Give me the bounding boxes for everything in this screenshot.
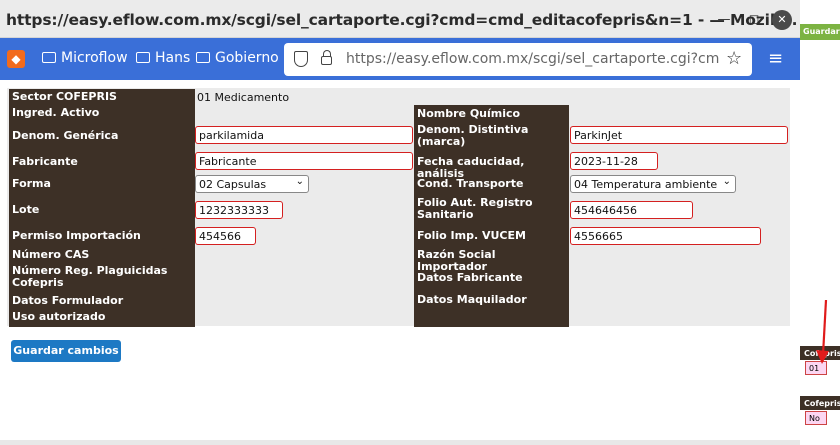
bookmark-star-icon[interactable]: ☆: [726, 48, 742, 69]
permiso-importacion-input[interactable]: 454566: [195, 227, 256, 245]
arrow-to-field: [821, 299, 828, 356]
label-ingred-activo: Ingred. Activo: [12, 106, 100, 119]
label-folio-vucem: Folio Imp. VUCEM: [417, 229, 526, 242]
bookmark-microflow[interactable]: Microflow: [42, 50, 128, 70]
shield-icon[interactable]: [294, 51, 308, 67]
window-title: https://easy.eflow.com.mx/scgi/sel_carta…: [6, 11, 798, 29]
close-button[interactable]: ✕: [772, 10, 792, 30]
label-folio-aut-registro: Folio Aut. Registro Sanitario: [417, 196, 533, 221]
label-denom-generica: Denom. Genérica: [12, 129, 119, 142]
label-datos-fabricante: Datos Fabricante: [417, 271, 523, 284]
folder-icon: [196, 52, 210, 63]
arrow-to-field-head: [816, 350, 829, 364]
label-datos-formulador: Datos Formulador: [12, 294, 124, 307]
folder-icon: [42, 52, 56, 63]
label-lote: Lote: [12, 203, 40, 216]
label-numero-cas: Número CAS: [12, 248, 90, 261]
label-reg-plaguicidas: Número Reg. Plaguicidas Cofepris: [12, 264, 168, 289]
lote-input[interactable]: 1232333333: [195, 201, 283, 219]
chevron-down-icon: ⌄: [295, 176, 304, 187]
denom-distintiva-input[interactable]: ParkinJet: [570, 126, 788, 144]
save-button[interactable]: Guardar cambios: [11, 340, 121, 362]
label-permiso-importacion: Permiso Importación: [12, 229, 141, 242]
sector-value: 01 Medicamento: [197, 91, 290, 104]
browser-toolbar: ◆ Microflow Hans Gobierno https://easy.e…: [0, 38, 800, 80]
hamburger-menu-icon[interactable]: ≡: [768, 48, 783, 69]
left-label-column: Sector COFEPRIS Ingred. Activo Denom. Ge…: [9, 89, 195, 327]
title-bar[interactable]: https://easy.eflow.com.mx/scgi/sel_carta…: [0, 0, 800, 38]
folder-icon: [136, 52, 150, 63]
folio-vucem-input[interactable]: 4556665: [570, 227, 761, 245]
label-sector: Sector COFEPRIS: [12, 90, 117, 103]
maximize-button[interactable]: ◻: [744, 10, 764, 30]
url-bar[interactable]: https://easy.eflow.com.mx/scgi/sel_carta…: [284, 43, 752, 76]
label-cond-transporte: Cond. Transporte: [417, 177, 524, 190]
firefox-icon[interactable]: ◆: [7, 50, 25, 68]
bookmark-gobierno[interactable]: Gobierno: [196, 50, 279, 70]
lock-icon[interactable]: [321, 50, 332, 65]
label-fabricante: Fabricante: [12, 155, 78, 168]
label-uso-autorizado: Uso autorizado: [12, 310, 106, 323]
page-content: Sector COFEPRIS Ingred. Activo Denom. Ge…: [0, 80, 800, 440]
cond-transporte-select[interactable]: 04 Temperatura ambiente ⌄: [570, 175, 736, 193]
right-label-column: Nombre Químico Denom. Distintiva (marca)…: [414, 105, 569, 327]
folio-aut-registro-input[interactable]: 454646456: [570, 201, 693, 219]
url-text[interactable]: https://easy.eflow.com.mx/scgi/sel_carta…: [346, 51, 720, 67]
label-denom-distintiva: Denom. Distintiva (marca): [417, 123, 529, 148]
label-razon-social: Razón Social Importador: [417, 248, 496, 273]
chevron-down-icon: ⌄: [722, 176, 731, 187]
bookmark-hans[interactable]: Hans: [136, 50, 190, 70]
fecha-caducidad-input[interactable]: 2023-11-28: [570, 152, 658, 170]
browser-popup-window: https://easy.eflow.com.mx/scgi/sel_carta…: [0, 0, 800, 440]
label-forma: Forma: [12, 177, 51, 190]
forma-select[interactable]: 02 Capsulas ⌄: [195, 175, 309, 193]
denom-generica-input[interactable]: parkilamida: [195, 126, 413, 144]
label-datos-maquilador: Datos Maquilador: [417, 293, 527, 306]
minimize-button[interactable]: —: [714, 10, 734, 30]
label-nombre-quimico: Nombre Químico: [417, 107, 521, 120]
fabricante-input[interactable]: Fabricante: [195, 152, 413, 170]
